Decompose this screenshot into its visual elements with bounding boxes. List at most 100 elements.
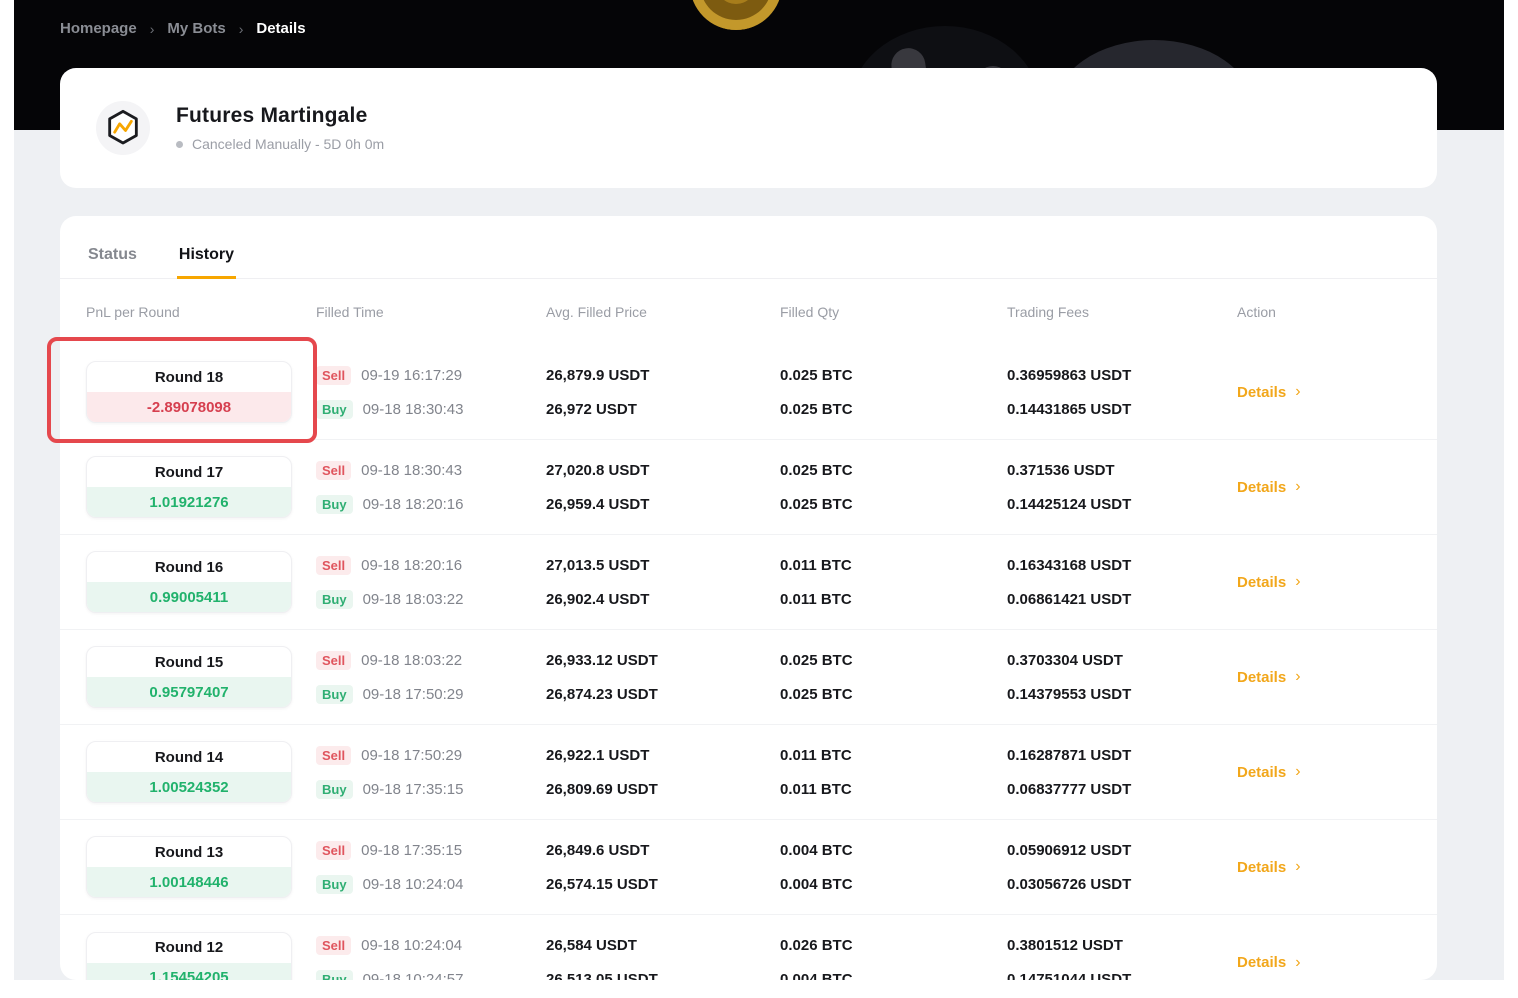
- history-card: Status History PnL per Round Filled Time…: [60, 216, 1437, 980]
- filled-time-cell: Sell 09-18 17:35:15 Buy 09-18 10:24:04: [316, 820, 546, 914]
- details-button[interactable]: Details ›: [1237, 668, 1301, 686]
- sell-fee: 0.05906912 USDT: [1007, 842, 1131, 859]
- buy-qty: 0.011 BTC: [780, 591, 852, 608]
- sell-price: 26,922.1 USDT: [546, 747, 649, 764]
- chevron-right-icon: ›: [239, 21, 244, 37]
- buy-qty: 0.025 BTC: [780, 686, 853, 703]
- sell-badge: Sell: [316, 746, 351, 765]
- pnl-per-round-card: Round 13 1.00148446: [86, 836, 292, 898]
- sell-qty: 0.011 BTC: [780, 747, 852, 764]
- pnl-value: 1.01921276: [87, 487, 291, 517]
- buy-fee: 0.14425124 USDT: [1007, 496, 1131, 513]
- table-row: Round 14 1.00524352 Sell 09-18 17:50:29 …: [60, 725, 1437, 820]
- avg-filled-price-cell: 26,879.9 USDT 26,972 USDT: [546, 345, 780, 439]
- trading-fees-cell: 0.16287871 USDT 0.06837777 USDT: [1007, 725, 1237, 819]
- details-label: Details: [1237, 859, 1286, 876]
- sell-qty: 0.025 BTC: [780, 367, 853, 384]
- details-button[interactable]: Details ›: [1237, 383, 1301, 401]
- table-row: Round 13 1.00148446 Sell 09-18 17:35:15 …: [60, 820, 1437, 915]
- buy-qty: 0.004 BTC: [780, 876, 853, 893]
- breadcrumb: Homepage › My Bots › Details: [60, 20, 306, 37]
- tab-history[interactable]: History: [177, 246, 236, 279]
- buy-fee: 0.06837777 USDT: [1007, 781, 1131, 798]
- sell-time: 09-18 18:30:43: [361, 462, 462, 479]
- pnl-value: -2.89078098: [87, 392, 291, 422]
- sell-price: 27,020.8 USDT: [546, 462, 649, 479]
- details-button[interactable]: Details ›: [1237, 573, 1301, 591]
- buy-price: 26,874.23 USDT: [546, 686, 658, 703]
- trading-fees-cell: 0.3703304 USDT 0.14379553 USDT: [1007, 630, 1237, 724]
- buy-fee: 0.14379553 USDT: [1007, 686, 1131, 703]
- sell-badge: Sell: [316, 366, 351, 385]
- column-header-pnl: PnL per Round: [86, 304, 316, 320]
- avg-filled-price-cell: 26,849.6 USDT 26,574.15 USDT: [546, 820, 780, 914]
- sell-fee: 0.3703304 USDT: [1007, 652, 1123, 669]
- details-button[interactable]: Details ›: [1237, 858, 1301, 876]
- filled-time-cell: Sell 09-19 16:17:29 Buy 09-18 18:30:43: [316, 345, 546, 439]
- pnl-per-round-card: Round 16 0.99005411: [86, 551, 292, 613]
- pnl-per-round-card: Round 12 1.15454205: [86, 932, 292, 981]
- sell-time: 09-18 18:03:22: [361, 652, 462, 669]
- filled-time-cell: Sell 09-18 18:20:16 Buy 09-18 18:03:22: [316, 535, 546, 629]
- buy-time: 09-18 17:50:29: [363, 686, 464, 703]
- buy-price: 26,513.05 USDT: [546, 971, 658, 980]
- breadcrumb-homepage[interactable]: Homepage: [60, 20, 137, 37]
- round-label: Round 17: [87, 457, 291, 487]
- table-row: Round 12 1.15454205 Sell 09-18 10:24:04 …: [60, 915, 1437, 980]
- sell-price: 26,933.12 USDT: [546, 652, 658, 669]
- sell-qty: 0.026 BTC: [780, 937, 853, 954]
- details-button[interactable]: Details ›: [1237, 478, 1301, 496]
- buy-fee: 0.03056726 USDT: [1007, 876, 1131, 893]
- buy-time: 09-18 18:03:22: [363, 591, 464, 608]
- filled-qty-cell: 0.011 BTC 0.011 BTC: [780, 535, 1007, 629]
- pnl-per-round-card: Round 14 1.00524352: [86, 741, 292, 803]
- bot-status-text: Canceled Manually - 5D 0h 0m: [192, 136, 384, 152]
- buy-time: 09-18 17:35:15: [363, 781, 464, 798]
- bot-header-card: Futures Martingale Canceled Manually - 5…: [60, 68, 1437, 188]
- filled-qty-cell: 0.025 BTC 0.025 BTC: [780, 345, 1007, 439]
- sell-price: 27,013.5 USDT: [546, 557, 649, 574]
- tab-bar: Status History: [60, 216, 1437, 279]
- buy-badge: Buy: [316, 400, 353, 419]
- chevron-right-icon: ›: [1295, 858, 1300, 876]
- gold-coin-graphic: [690, 0, 782, 30]
- breadcrumb-my-bots[interactable]: My Bots: [167, 20, 225, 37]
- sell-fee: 0.16287871 USDT: [1007, 747, 1131, 764]
- pnl-value: 1.00524352: [87, 772, 291, 802]
- buy-badge: Buy: [316, 590, 353, 609]
- buy-fee: 0.14751044 USDT: [1007, 971, 1131, 980]
- details-button[interactable]: Details ›: [1237, 954, 1301, 972]
- sell-price: 26,849.6 USDT: [546, 842, 649, 859]
- details-button[interactable]: Details ›: [1237, 763, 1301, 781]
- buy-qty: 0.025 BTC: [780, 496, 853, 513]
- avg-filled-price-cell: 27,020.8 USDT 26,959.4 USDT: [546, 440, 780, 534]
- details-label: Details: [1237, 669, 1286, 686]
- filled-qty-cell: 0.026 BTC 0.004 BTC: [780, 915, 1007, 980]
- sell-time: 09-18 17:35:15: [361, 842, 462, 859]
- filled-qty-cell: 0.025 BTC 0.025 BTC: [780, 630, 1007, 724]
- table-row: Round 16 0.99005411 Sell 09-18 18:20:16 …: [60, 535, 1437, 630]
- martingale-bot-icon: [96, 101, 150, 155]
- chevron-right-icon: ›: [1295, 668, 1300, 686]
- sell-fee: 0.3801512 USDT: [1007, 937, 1123, 954]
- pnl-value: 0.99005411: [87, 582, 291, 612]
- trading-fees-cell: 0.05906912 USDT 0.03056726 USDT: [1007, 820, 1237, 914]
- chevron-right-icon: ›: [1295, 383, 1300, 401]
- sell-badge: Sell: [316, 461, 351, 480]
- sell-qty: 0.025 BTC: [780, 462, 853, 479]
- bot-status: Canceled Manually - 5D 0h 0m: [176, 136, 384, 152]
- pnl-value: 0.95797407: [87, 677, 291, 707]
- tab-status[interactable]: Status: [86, 246, 139, 278]
- buy-price: 26,809.69 USDT: [546, 781, 658, 798]
- buy-qty: 0.004 BTC: [780, 971, 853, 980]
- sell-qty: 0.025 BTC: [780, 652, 853, 669]
- buy-price: 26,972 USDT: [546, 401, 637, 418]
- details-label: Details: [1237, 954, 1286, 971]
- page-title: Futures Martingale: [176, 104, 384, 128]
- table-header-row: PnL per Round Filled Time Avg. Filled Pr…: [60, 279, 1437, 345]
- sell-qty: 0.011 BTC: [780, 557, 852, 574]
- breadcrumb-details: Details: [256, 20, 305, 37]
- sell-time: 09-18 17:50:29: [361, 747, 462, 764]
- filled-time-cell: Sell 09-18 17:50:29 Buy 09-18 17:35:15: [316, 725, 546, 819]
- buy-time: 09-18 10:24:04: [363, 876, 464, 893]
